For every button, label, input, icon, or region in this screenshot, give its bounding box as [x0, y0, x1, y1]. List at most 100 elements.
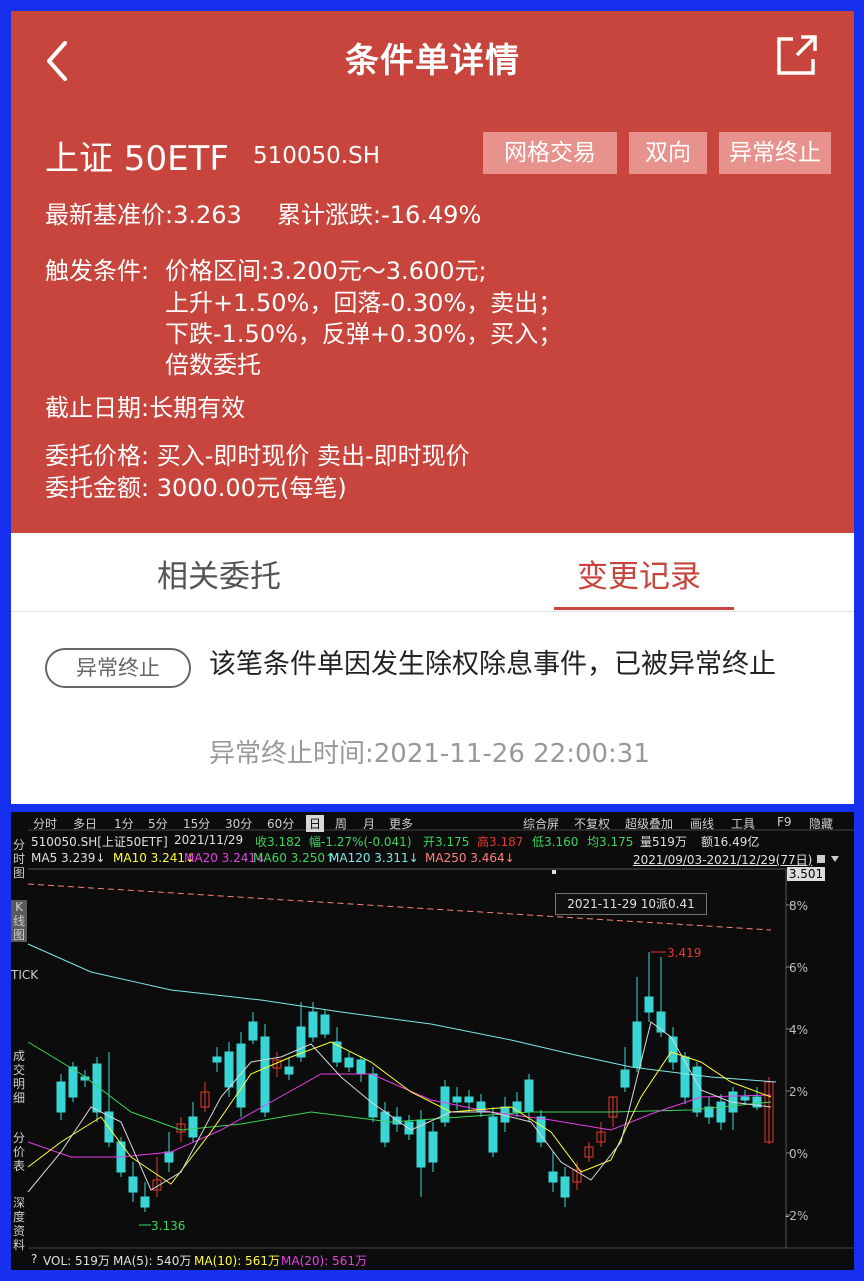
record-message: 该笔条件单因发生除权除息事件，已被异常终止 — [209, 649, 776, 680]
candle-body — [488, 1116, 498, 1153]
candle-body — [224, 1051, 234, 1088]
record-time: 异常终止时间:2021-11-26 22:00:31 — [209, 739, 650, 769]
side-tab-depth[interactable]: 深度资料 — [11, 1196, 27, 1252]
quote-date: 2021/11/29 — [174, 833, 244, 847]
status-badge: 异常终止 — [45, 648, 191, 688]
kline-chart-panel: 分时 多日 1分 5分 15分 30分 60分 日 周 月 更多 综合屏 不复权… — [11, 812, 854, 1270]
candle-body — [308, 1011, 318, 1038]
ma120-value: MA120 3.311↓ — [329, 851, 419, 865]
trigger-label: 触发条件: — [45, 257, 150, 285]
period-tab-day[interactable]: 日 — [306, 815, 325, 832]
toolbar-f9[interactable]: F9 — [777, 815, 792, 829]
candle-body — [236, 1043, 246, 1108]
toolbar-no-adjust[interactable]: 不复权 — [574, 815, 610, 832]
candle-body — [452, 1096, 462, 1103]
candle-body — [56, 1081, 66, 1113]
detail-tabs: 相关委托 变更记录 — [11, 533, 854, 612]
quote-close: 收3.182 — [255, 835, 302, 849]
chart-period-range[interactable]: 2021/09/03-2021/12/29(77日) — [633, 851, 812, 868]
trigger-line: 上升+1.50%，回落-0.30%，卖出； — [165, 289, 563, 317]
candle-body — [356, 1059, 366, 1075]
active-tab-indicator — [554, 607, 734, 610]
ma10-value: MA10 3.241↓ — [113, 851, 196, 865]
candle-body — [632, 1021, 642, 1068]
period-tab-fenshi[interactable]: 分时 — [33, 815, 57, 832]
ma5-line — [27, 1021, 772, 1193]
toolbar-hide[interactable]: 隐藏 — [809, 815, 833, 832]
ma250-value: MA250 3.464↓ — [425, 851, 515, 865]
candle-body — [716, 1101, 726, 1123]
quote-volume: 量519万 — [640, 835, 687, 849]
vol-value: VOL: 519万 — [43, 1254, 110, 1268]
y-tick-label: 0% — [789, 1147, 809, 1161]
candle-body — [560, 1176, 570, 1198]
high-price-label: 3.419 — [667, 946, 702, 960]
quote-high: 高3.187 — [477, 835, 524, 849]
candle-body — [428, 1131, 438, 1163]
candle-body — [344, 1057, 354, 1068]
share-icon[interactable] — [773, 31, 821, 79]
event-marker — [552, 870, 556, 874]
chevron-down-icon — [831, 856, 839, 862]
stock-name: 上证 50ETF — [45, 139, 229, 179]
period-tab-week[interactable]: 周 — [335, 815, 347, 832]
order-price: 委托价格: 买入-即时现价 卖出-即时现价 — [45, 442, 470, 470]
kline-chart — [27, 829, 854, 1249]
period-tab-more[interactable]: 更多 — [389, 815, 413, 832]
quote-low: 低3.160 — [532, 835, 579, 849]
quote-open: 开3.175 — [423, 835, 470, 849]
ex-dividend-label: 2021-11-29 10派0.41 — [555, 893, 707, 915]
quote-symbol: 510050.SH[上证50ETF] — [31, 835, 168, 849]
candle-body — [260, 1036, 270, 1113]
side-tab-price-table[interactable]: 分价表 — [11, 1131, 27, 1173]
tag-grid-trading: 网格交易 — [483, 132, 617, 174]
candle-body — [284, 1066, 294, 1075]
candle-body — [140, 1196, 150, 1208]
stock-code: 510050.SH — [253, 143, 381, 169]
side-tab-tick[interactable]: TICK — [11, 968, 38, 982]
side-tab-kline[interactable]: K线图 — [11, 900, 27, 942]
y-tick-label: 2% — [789, 1085, 809, 1099]
period-tab-1min[interactable]: 1分 — [114, 815, 134, 832]
candle-body — [440, 1086, 450, 1123]
side-tab-trade-detail[interactable]: 成交明细 — [11, 1049, 27, 1105]
help-icon[interactable]: ? — [31, 1252, 37, 1266]
candle-body — [212, 1056, 222, 1063]
candle-body — [164, 1151, 174, 1163]
candle-body — [548, 1171, 558, 1183]
candle-body — [644, 996, 654, 1013]
toolbar-composite[interactable]: 综合屏 — [523, 815, 559, 832]
order-amount: 委托金额: 3000.00元(每笔) — [45, 474, 347, 502]
vol-ma10: MA(10): 561万 — [194, 1254, 280, 1268]
quote-avg: 均3.175 — [587, 835, 634, 849]
period-tab-month[interactable]: 月 — [363, 815, 375, 832]
page-title: 条件单详情 — [345, 41, 520, 81]
tag-bidirectional: 双向 — [629, 132, 707, 174]
tab-related-orders[interactable]: 相关委托 — [157, 551, 281, 596]
y-tick-label: 8% — [789, 899, 809, 913]
current-price-box: 3.501 — [787, 867, 825, 881]
trigger-line: 倍数委托 — [165, 351, 261, 379]
cumulative-change: 累计涨跌:-16.49% — [277, 201, 482, 229]
period-tab-30min[interactable]: 30分 — [225, 815, 252, 832]
period-tab-60min[interactable]: 60分 — [267, 815, 294, 832]
toolbar-draw[interactable]: 画线 — [690, 815, 714, 832]
y-tick-label: -2% — [785, 1209, 809, 1223]
quote-amount: 额16.49亿 — [701, 835, 760, 849]
toolbar-tools[interactable]: 工具 — [731, 815, 755, 832]
toolbar-overlay[interactable]: 超级叠加 — [625, 815, 673, 832]
candle-body — [524, 1079, 534, 1113]
y-tick-label: 4% — [789, 1023, 809, 1037]
candle-body — [740, 1096, 750, 1101]
candle-body — [320, 1014, 330, 1035]
tag-abnormal-stop: 异常终止 — [719, 132, 831, 174]
period-tab-15min[interactable]: 15分 — [183, 815, 210, 832]
vol-ma5: MA(5): 540万 — [113, 1254, 192, 1268]
period-tab-5min[interactable]: 5分 — [148, 815, 168, 832]
period-tab-multiday[interactable]: 多日 — [73, 815, 97, 832]
y-tick-label: 6% — [789, 961, 809, 975]
tab-change-records[interactable]: 变更记录 — [577, 551, 701, 596]
side-tab-timeshare[interactable]: 分时图 — [11, 838, 27, 880]
trigger-line: 下跌-1.50%，反弹+0.30%，买入； — [165, 320, 563, 348]
candle-body — [188, 1116, 198, 1138]
